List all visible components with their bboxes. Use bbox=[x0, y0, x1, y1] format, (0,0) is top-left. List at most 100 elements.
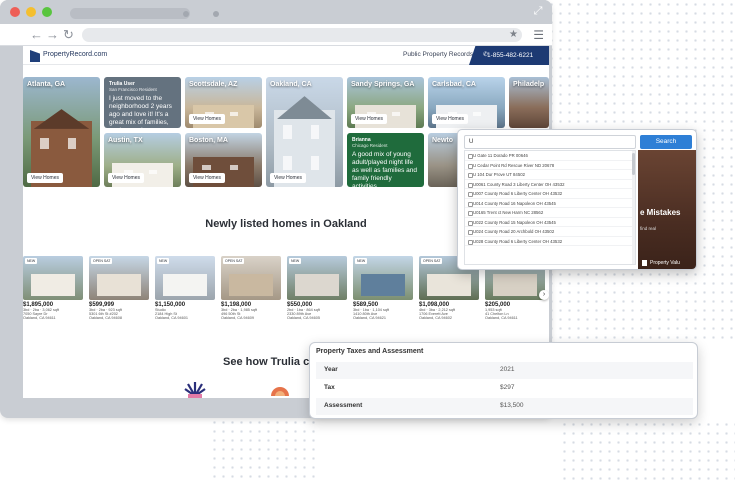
city-tile-sandy-springs[interactable]: Sandy Springs, GA View Homes bbox=[347, 77, 424, 128]
city-tile-scottsdale[interactable]: Scottsdale, AZ View Homes bbox=[185, 77, 262, 128]
view-homes-button[interactable]: View Homes bbox=[270, 173, 306, 183]
listing-card[interactable]: NEW $1,150,000 Studio 2184 High St Oakla… bbox=[155, 256, 215, 320]
search-button[interactable]: Search bbox=[640, 135, 692, 149]
tax-row-label: Year bbox=[324, 366, 338, 373]
bookmark-star-icon[interactable]: ★ bbox=[509, 28, 518, 42]
testimonial-role: San Francisco Resident bbox=[109, 87, 157, 92]
listing-badge: NEW bbox=[157, 258, 170, 264]
listing-city: Oakland, CA 94605 bbox=[287, 316, 320, 320]
tax-row-label: Assessment bbox=[324, 402, 363, 409]
testimonial-card: Brianna Chicago Resident A good mix of y… bbox=[347, 133, 424, 190]
view-homes-button[interactable]: View Homes bbox=[27, 173, 63, 183]
trulia-heading: See how Trulia co bbox=[223, 356, 316, 368]
tax-row-value: 2021 bbox=[500, 366, 515, 373]
city-tile-austin[interactable]: Austin, TX View Homes bbox=[104, 133, 181, 187]
minimize-window-button[interactable] bbox=[26, 7, 36, 17]
tax-row: Tax $297 bbox=[316, 380, 693, 397]
reload-icon[interactable]: ↻ bbox=[63, 27, 74, 43]
listing-photo[interactable]: OPEN SAT bbox=[221, 256, 281, 300]
forward-arrow-icon[interactable]: → bbox=[46, 27, 59, 43]
listing-badge: NEW bbox=[25, 258, 38, 264]
city-tile-boston[interactable]: Boston, MA View Homes bbox=[185, 133, 262, 187]
view-homes-button[interactable]: View Homes bbox=[189, 114, 225, 124]
close-window-button[interactable] bbox=[10, 7, 20, 17]
view-homes-button[interactable]: View Homes bbox=[432, 114, 468, 124]
listing-badge: NEW bbox=[289, 258, 302, 264]
view-homes-button[interactable]: View Homes bbox=[189, 173, 225, 183]
phone-icon: ✆ bbox=[483, 52, 489, 58]
logo-icon[interactable] bbox=[30, 50, 40, 62]
city-name: Sandy Springs, GA bbox=[351, 81, 415, 88]
listing-photo[interactable]: NEW bbox=[353, 256, 413, 300]
site-header: PropertyRecord.com Public Property Recor… bbox=[23, 46, 549, 65]
browser-menu-icon[interactable]: ☰ bbox=[533, 28, 544, 42]
listing-card[interactable]: OPEN SAT $599,999 3bd · 2ba · 923 sqft 5… bbox=[89, 256, 149, 320]
address-bar[interactable]: ★ bbox=[82, 28, 522, 42]
view-homes-button[interactable]: View Homes bbox=[108, 173, 144, 183]
suggestion-item[interactable]: U014 County Road 16 Napoleon OH 43545 bbox=[465, 199, 635, 208]
suggestion-list: U Gate 11 Dorado PR 00646 U Cedar Point … bbox=[464, 150, 636, 265]
testimonial-text: A good mix of young adult/played night l… bbox=[352, 151, 418, 190]
promo-subtext: find real bbox=[640, 226, 657, 231]
suggestion-item[interactable]: U024 County Road 20 Archbold OH 43502 bbox=[465, 227, 635, 237]
browser-navbar: ← → ↻ ★ ☰ bbox=[0, 24, 552, 46]
testimonial-card: Trulia User San Francisco Resident I jus… bbox=[104, 77, 181, 134]
listing-photo[interactable]: OPEN SAT bbox=[89, 256, 149, 300]
suggestion-item[interactable]: U0165 Trent ct New Harm NC 28562 bbox=[465, 208, 635, 218]
city-name: Atlanta, GA bbox=[27, 81, 66, 88]
listing-card[interactable]: NEW $1,895,000 3bd · 2ba · 3,062 sqft 70… bbox=[23, 256, 83, 320]
city-tile-oakland[interactable]: Oakland, CA View Homes bbox=[266, 77, 343, 187]
expand-icon[interactable]: ⤢ bbox=[532, 5, 544, 17]
listing-city: Oakland, CA 94621 bbox=[353, 316, 386, 320]
address-search-input[interactable]: U bbox=[464, 135, 636, 149]
suggestion-item[interactable]: U028 County Road 6 Liberty Center OH 435… bbox=[465, 237, 635, 246]
browser-tab[interactable] bbox=[70, 8, 190, 19]
scrollbar-thumb[interactable] bbox=[632, 153, 635, 175]
promo-banner: e Mistakes find real Property Valu bbox=[638, 150, 696, 269]
listing-badge: NEW bbox=[355, 258, 368, 264]
phone-button[interactable]: ✆ 1-855-482-6221 bbox=[469, 46, 549, 65]
sunburst-logo-icon bbox=[184, 382, 206, 398]
listing-photo[interactable]: NEW bbox=[155, 256, 215, 300]
suggestion-item[interactable]: U007 County Road 6 Liberty Center OH 435… bbox=[465, 189, 635, 199]
listing-badge: OPEN SAT bbox=[223, 258, 245, 264]
city-tile-atlanta[interactable]: Atlanta, GA View Homes bbox=[23, 77, 100, 187]
suggestion-scrollbar[interactable] bbox=[632, 151, 635, 264]
testimonial-text: I just moved to the neighborhood 2 years… bbox=[109, 95, 172, 134]
tax-row-label: Tax bbox=[324, 384, 335, 391]
sunrise-logo-icon bbox=[271, 387, 289, 396]
listing-badge: OPEN SAT bbox=[421, 258, 443, 264]
testimonial-role: Chicago Resident bbox=[352, 143, 388, 148]
city-tile-carlsbad[interactable]: Carlsbad, CA View Homes bbox=[428, 77, 505, 128]
city-name: Carlsbad, CA bbox=[432, 81, 476, 88]
maximize-window-button[interactable] bbox=[42, 7, 52, 17]
tab-indicator bbox=[213, 11, 219, 17]
listing-city: Oakland, CA 94611 bbox=[485, 316, 518, 320]
city-name: Oakland, CA bbox=[270, 81, 312, 88]
city-tile-philadelphia[interactable]: Philadelp bbox=[509, 77, 549, 128]
suggestion-item[interactable]: U Gate 11 Dorado PR 00646 bbox=[465, 151, 635, 161]
suggestion-item[interactable]: U 104 Dur Prove UT 84502 bbox=[465, 170, 635, 180]
listing-card[interactable]: NEW $589,500 3bd · 1ba · 1,104 sqft 1410… bbox=[353, 256, 413, 320]
phone-number: 1-855-482-6221 bbox=[487, 52, 534, 59]
listing-city: Oakland, CA 94611 bbox=[23, 316, 56, 320]
back-arrow-icon[interactable]: ← bbox=[30, 27, 43, 43]
city-name: Newto bbox=[432, 137, 453, 144]
public-records-link[interactable]: Public Property Records bbox=[403, 51, 473, 58]
listing-photo[interactable]: NEW bbox=[287, 256, 347, 300]
listing-card[interactable]: NEW $550,000 2bd · 1ba · 864 sqft 2330 8… bbox=[287, 256, 347, 320]
view-homes-button[interactable]: View Homes bbox=[351, 114, 387, 124]
listing-photo[interactable]: NEW bbox=[23, 256, 83, 300]
suggestion-item[interactable]: U Cedar Point Rd Rescue River ND 20678 bbox=[465, 161, 635, 170]
carousel-next-button[interactable]: › bbox=[539, 290, 549, 300]
property-tax-panel: Property Taxes and Assessment Year 2021 … bbox=[309, 342, 698, 419]
browser-titlebar: ⤢ bbox=[0, 0, 552, 24]
promo-value-label: Property Valu bbox=[650, 260, 680, 266]
suggestion-item[interactable]: U022 County Road 15 Napoleon OH 43545 bbox=[465, 218, 635, 227]
listing-card[interactable]: OPEN SAT $1,198,000 3bd · 2ba · 1,985 sq… bbox=[221, 256, 281, 320]
city-name: Philadelp bbox=[513, 81, 545, 88]
tax-row: Assessment $13,500 bbox=[316, 398, 693, 415]
suggestion-item[interactable]: U0061 County Road 3 Liberty Center OH 43… bbox=[465, 180, 635, 189]
site-logo[interactable]: PropertyRecord.com bbox=[43, 51, 107, 58]
listing-city: Oakland, CA 94609 bbox=[221, 316, 254, 320]
